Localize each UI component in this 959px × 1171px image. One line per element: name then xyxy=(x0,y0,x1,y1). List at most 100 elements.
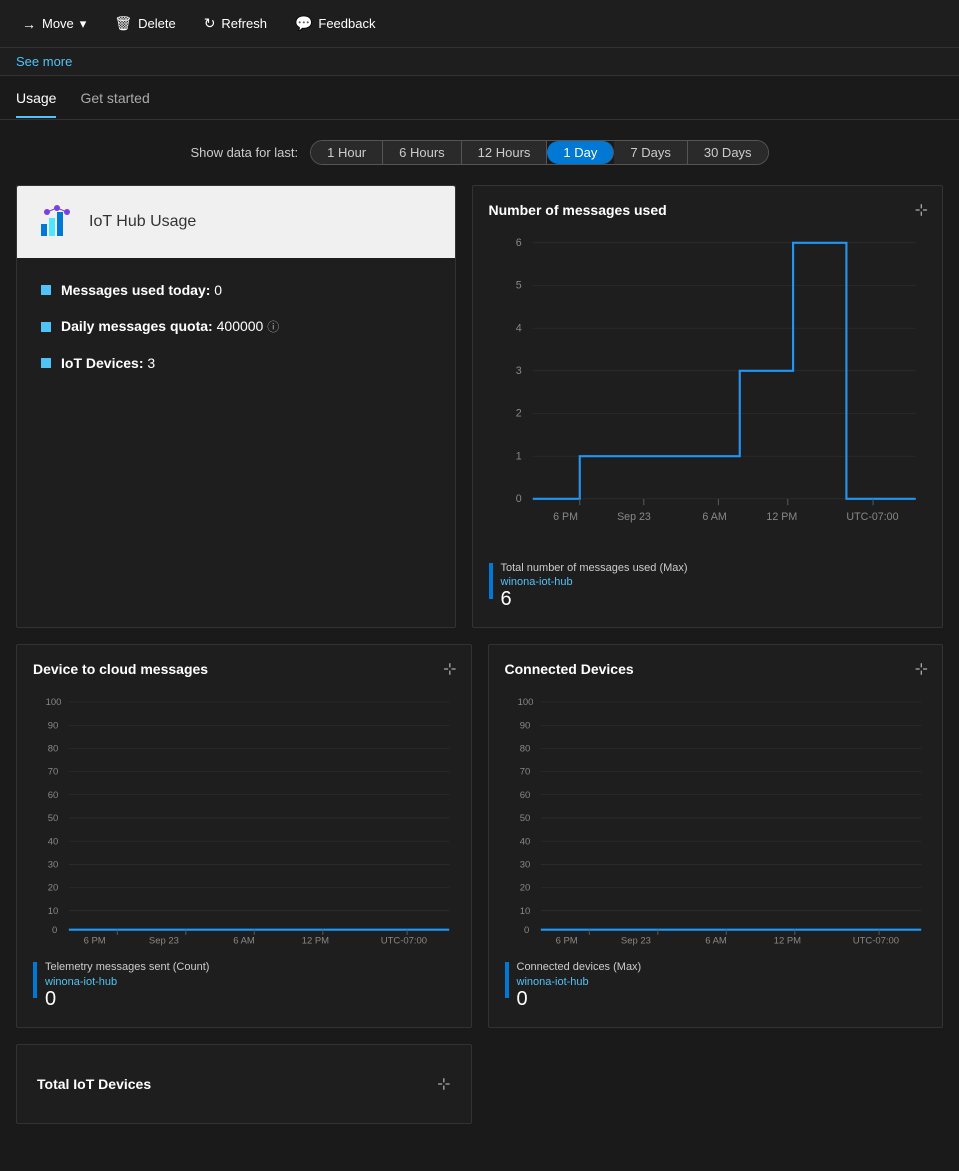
move-button[interactable]: → Move ▾ xyxy=(12,10,96,38)
legend-value-connected: 0 xyxy=(517,988,642,1011)
svg-text:60: 60 xyxy=(519,790,530,801)
pin-icon-messages[interactable]: ⊹ xyxy=(915,200,928,220)
svg-text:70: 70 xyxy=(519,767,530,778)
svg-text:100: 100 xyxy=(517,698,533,709)
pill-7d[interactable]: 7 Days xyxy=(614,141,687,164)
delete-button[interactable]: 🗑 Delete xyxy=(104,9,185,38)
messages-chart-title: Number of messages used xyxy=(489,202,927,218)
pill-12h[interactable]: 12 Hours xyxy=(462,141,548,164)
legend-hub-connected: winona-iot-hub xyxy=(517,976,642,988)
svg-text:30: 30 xyxy=(48,860,59,871)
move-label: Move xyxy=(42,16,74,31)
tab-get-started[interactable]: Get started xyxy=(80,78,149,118)
tabs-bar: Usage Get started xyxy=(0,76,959,120)
svg-text:UTC-07:00: UTC-07:00 xyxy=(381,936,427,947)
connected-devices-chart-svg: 100 90 80 70 60 50 40 30 20 10 0 xyxy=(505,689,927,949)
iot-usage-header: IoT Hub Usage xyxy=(17,186,455,258)
svg-text:80: 80 xyxy=(519,744,530,755)
svg-text:0: 0 xyxy=(52,925,57,936)
feedback-icon: 💬 xyxy=(295,15,312,32)
device-cloud-chart-card: Device to cloud messages ⊹ 100 90 80 70 … xyxy=(16,644,472,1027)
svg-text:100: 100 xyxy=(46,698,62,709)
legend-metric-connected: Connected devices (Max) xyxy=(517,960,642,975)
stat-label-quota: Daily messages quota: 400000 ⓘ xyxy=(61,318,279,335)
total-iot-card: Total IoT Devices ⊹ xyxy=(16,1044,472,1124)
legend-value-device-cloud: 0 xyxy=(45,988,209,1011)
iot-usage-body: Messages used today: 0 Daily messages qu… xyxy=(17,258,455,395)
range-label: Show data for last: xyxy=(190,145,298,160)
svg-text:6: 6 xyxy=(515,237,521,249)
legend-value-messages: 6 xyxy=(501,588,688,611)
see-more-link[interactable]: See more xyxy=(16,54,72,69)
tab-usage[interactable]: Usage xyxy=(16,78,56,118)
total-iot-title: Total IoT Devices xyxy=(37,1076,151,1092)
svg-text:6 AM: 6 AM xyxy=(233,936,255,947)
stat-label-messages: Messages used today: 0 xyxy=(61,282,222,298)
legend-metric-device-cloud: Telemetry messages sent (Count) xyxy=(45,960,209,975)
svg-text:6 PM: 6 PM xyxy=(553,511,578,523)
messages-chart-svg: 6 5 4 3 2 1 0 6 PM Sep 23 xyxy=(489,230,927,550)
messages-chart-card: Number of messages used ⊹ 6 5 4 3 2 1 0 xyxy=(472,185,944,628)
row-2: Device to cloud messages ⊹ 100 90 80 70 … xyxy=(16,644,943,1027)
stat-dot-quota xyxy=(41,322,51,332)
svg-text:30: 30 xyxy=(519,860,530,871)
svg-text:40: 40 xyxy=(48,837,59,848)
toolbar: → Move ▾ 🗑 Delete ↻ Refresh 💬 Feedback xyxy=(0,0,959,48)
iot-usage-card: IoT Hub Usage Messages used today: 0 Dai… xyxy=(16,185,456,628)
iot-usage-title: IoT Hub Usage xyxy=(89,213,196,231)
svg-text:0: 0 xyxy=(523,925,528,936)
row-1: IoT Hub Usage Messages used today: 0 Dai… xyxy=(16,185,943,628)
connected-devices-legend: Connected devices (Max) winona-iot-hub 0 xyxy=(505,960,927,1010)
info-icon[interactable]: ⓘ xyxy=(267,320,279,334)
stat-dot-messages xyxy=(41,285,51,295)
svg-text:0: 0 xyxy=(515,493,521,505)
svg-text:Sep 23: Sep 23 xyxy=(617,511,651,523)
legend-color-bar-messages xyxy=(489,563,493,599)
svg-text:6 AM: 6 AM xyxy=(705,936,727,947)
refresh-button[interactable]: ↻ Refresh xyxy=(194,9,277,38)
pin-icon-connected[interactable]: ⊹ xyxy=(915,659,928,679)
stat-dot-devices xyxy=(41,358,51,368)
svg-text:6 PM: 6 PM xyxy=(84,936,106,947)
messages-chart-legend: Total number of messages used (Max) wino… xyxy=(489,561,927,611)
legend-hub-messages: winona-iot-hub xyxy=(501,576,688,588)
stat-daily-quota: Daily messages quota: 400000 ⓘ xyxy=(41,318,431,335)
svg-text:60: 60 xyxy=(48,790,59,801)
svg-text:70: 70 xyxy=(48,767,59,778)
svg-text:20: 20 xyxy=(48,883,59,894)
svg-text:12 PM: 12 PM xyxy=(766,511,797,523)
pill-1d[interactable]: 1 Day xyxy=(547,141,614,164)
pill-30d[interactable]: 30 Days xyxy=(688,141,768,164)
delete-icon: 🗑 xyxy=(114,15,132,32)
svg-text:1: 1 xyxy=(515,450,521,462)
svg-text:90: 90 xyxy=(48,721,59,732)
refresh-label: Refresh xyxy=(221,16,267,31)
pill-1h[interactable]: 1 Hour xyxy=(311,141,383,164)
pin-icon-total-iot[interactable]: ⊹ xyxy=(437,1074,450,1094)
svg-text:4: 4 xyxy=(515,322,521,334)
svg-text:10: 10 xyxy=(519,906,530,917)
svg-text:50: 50 xyxy=(48,813,59,824)
range-selector: Show data for last: 1 Hour 6 Hours 12 Ho… xyxy=(0,120,959,175)
svg-text:UTC-07:00: UTC-07:00 xyxy=(846,511,898,523)
svg-text:3: 3 xyxy=(515,365,521,377)
svg-text:40: 40 xyxy=(519,837,530,848)
legend-color-bar-device-cloud xyxy=(33,962,37,998)
stat-messages-used: Messages used today: 0 xyxy=(41,282,431,298)
feedback-button[interactable]: 💬 Feedback xyxy=(285,9,386,38)
delete-label: Delete xyxy=(138,16,176,31)
stat-iot-devices: IoT Devices: 3 xyxy=(41,355,431,371)
svg-text:12 PM: 12 PM xyxy=(773,936,800,947)
pin-icon-device-cloud[interactable]: ⊹ xyxy=(443,659,456,679)
svg-text:80: 80 xyxy=(48,744,59,755)
legend-metric-messages: Total number of messages used (Max) xyxy=(501,561,688,576)
legend-hub-device-cloud: winona-iot-hub xyxy=(45,976,209,988)
range-pills: 1 Hour 6 Hours 12 Hours 1 Day 7 Days 30 … xyxy=(310,140,768,165)
iot-hub-logo xyxy=(37,202,77,242)
device-cloud-chart-svg: 100 90 80 70 60 50 40 30 20 10 0 xyxy=(33,689,455,949)
svg-text:20: 20 xyxy=(519,883,530,894)
svg-text:5: 5 xyxy=(515,280,521,292)
see-more-bar: See more xyxy=(0,48,959,76)
pill-6h[interactable]: 6 Hours xyxy=(383,141,462,164)
svg-text:UTC-07:00: UTC-07:00 xyxy=(852,936,898,947)
